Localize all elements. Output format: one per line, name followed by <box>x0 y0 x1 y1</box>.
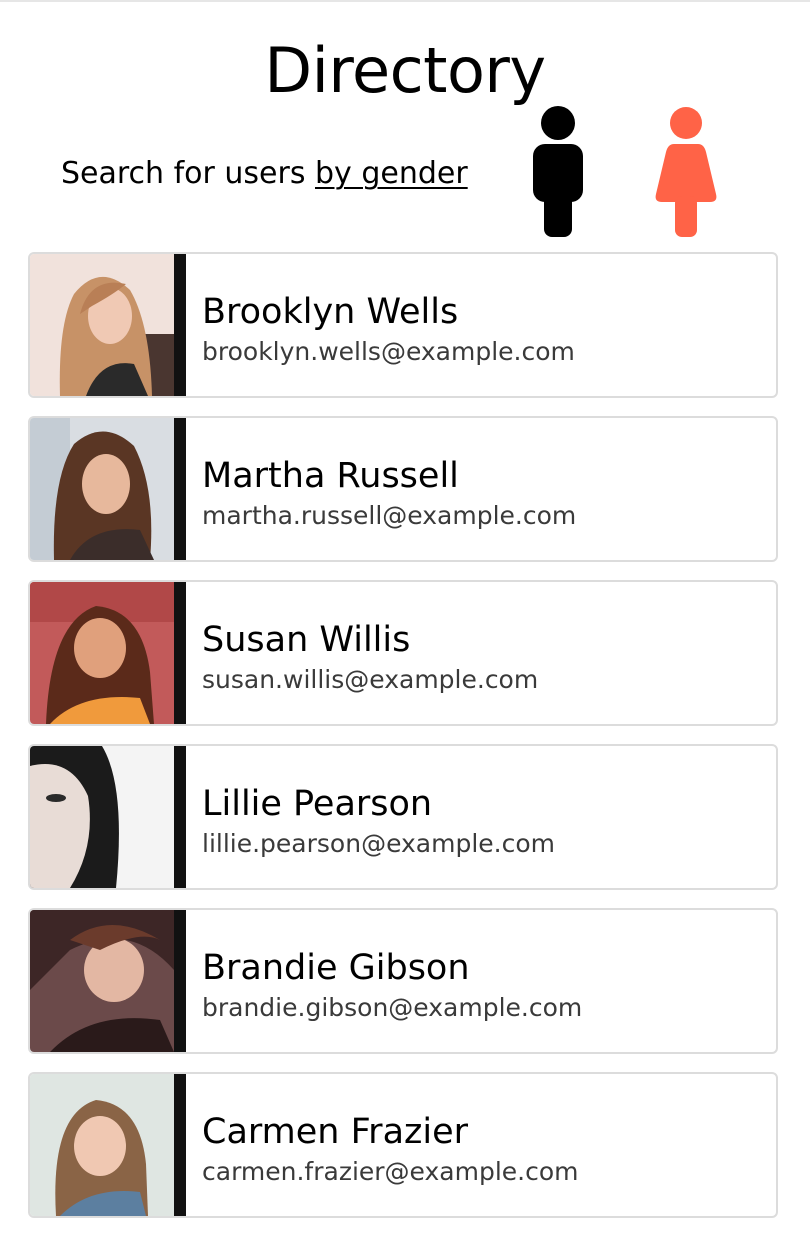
user-email: susan.willis@example.com <box>202 665 539 694</box>
user-card[interactable]: Lillie Pearson lillie.pearson@example.co… <box>28 744 778 890</box>
top-divider <box>0 0 810 2</box>
user-name: Carmen Frazier <box>202 1112 469 1152</box>
user-card[interactable]: Brooklyn Wells brooklyn.wells@example.co… <box>28 252 778 398</box>
avatar <box>30 1074 174 1216</box>
user-email: martha.russell@example.com <box>202 501 577 530</box>
search-by-gender-text: Search for users by gender <box>61 154 468 194</box>
accent-bar <box>174 1074 186 1216</box>
user-card[interactable]: Susan Willis susan.willis@example.com <box>28 580 778 726</box>
by-gender-link[interactable]: by gender <box>315 156 468 191</box>
search-prefix: Search for users <box>61 156 315 191</box>
user-name: Lillie Pearson <box>202 784 433 824</box>
user-name: Brandie Gibson <box>202 948 470 988</box>
avatar <box>30 582 174 724</box>
accent-bar <box>174 746 186 888</box>
user-card[interactable]: Martha Russell martha.russell@example.co… <box>28 416 778 562</box>
avatar <box>30 746 174 888</box>
accent-bar <box>174 254 186 396</box>
page-title: Directory <box>264 34 546 107</box>
avatar <box>30 418 174 560</box>
avatar <box>30 254 174 396</box>
female-filter-button[interactable] <box>654 106 718 238</box>
user-email: lillie.pearson@example.com <box>202 829 556 858</box>
accent-bar <box>174 418 186 560</box>
user-email: brandie.gibson@example.com <box>202 993 583 1022</box>
user-email: brooklyn.wells@example.com <box>202 337 575 366</box>
male-person-icon <box>533 106 583 237</box>
female-person-icon <box>655 107 717 237</box>
user-card[interactable]: Carmen Frazier carmen.frazier@example.co… <box>28 1072 778 1218</box>
avatar <box>30 910 174 1052</box>
accent-bar <box>174 582 186 724</box>
user-email: carmen.frazier@example.com <box>202 1157 579 1186</box>
user-name: Brooklyn Wells <box>202 292 459 332</box>
male-filter-button[interactable] <box>532 106 584 238</box>
accent-bar <box>174 910 186 1052</box>
user-name: Susan Willis <box>202 620 411 660</box>
user-name: Martha Russell <box>202 456 459 496</box>
user-list: Brooklyn Wells brooklyn.wells@example.co… <box>28 252 778 1236</box>
user-card[interactable]: Brandie Gibson brandie.gibson@example.co… <box>28 908 778 1054</box>
